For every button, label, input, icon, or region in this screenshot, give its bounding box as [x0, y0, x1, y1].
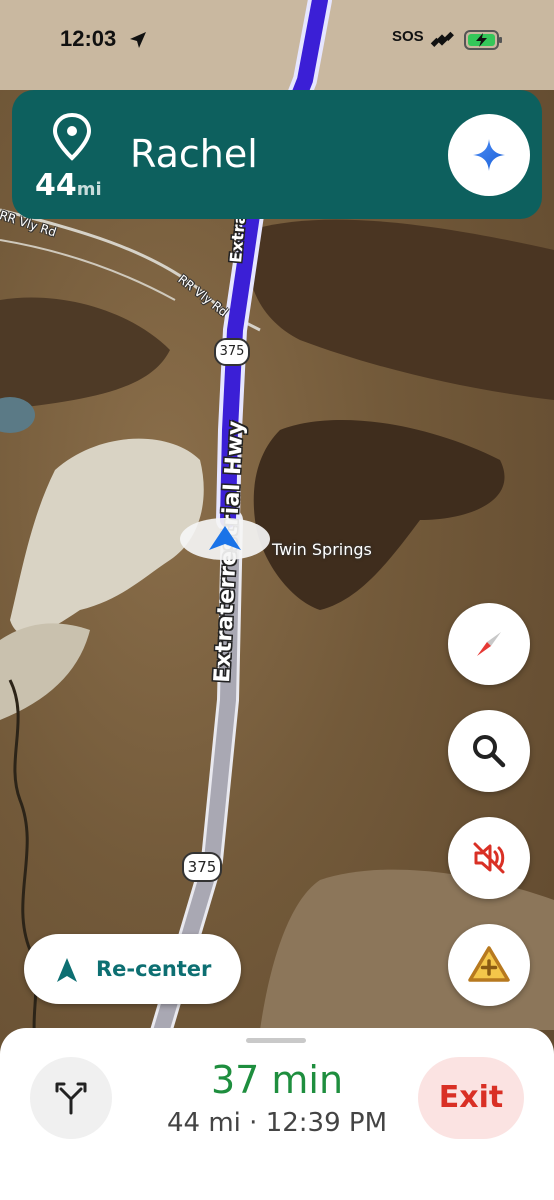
current-location-puck — [180, 518, 270, 560]
location-arrow-icon — [130, 32, 146, 48]
destination-pin-icon — [52, 112, 92, 161]
place-label: Twin Springs — [272, 540, 372, 559]
sos-indicator: SOS — [392, 28, 424, 45]
search-button[interactable] — [448, 710, 530, 792]
navigation-arrow-icon — [57, 958, 77, 982]
highway-shield: 375 — [214, 338, 250, 366]
battery-charging-icon — [464, 30, 502, 50]
satellite-icon — [430, 31, 454, 47]
highway-shield: 375 — [182, 852, 222, 882]
mute-icon — [473, 842, 505, 874]
exit-navigation-button[interactable]: Exit — [418, 1057, 524, 1139]
gemini-button[interactable] — [448, 114, 530, 196]
recenter-button[interactable]: Re-center — [24, 934, 241, 1004]
status-bar: 12:03 SOS — [0, 0, 554, 80]
search-icon — [473, 735, 506, 768]
trip-summary-sheet[interactable]: 37 min 44 mi · 12:39 PM Exit — [0, 1028, 554, 1200]
report-hazard-icon — [468, 946, 510, 982]
distance-unit: mi — [76, 179, 102, 200]
mute-button[interactable] — [448, 817, 530, 899]
compass-icon — [477, 632, 501, 656]
distance-value: 44 — [35, 168, 77, 203]
navigation-banner[interactable]: 44mi Rachel — [12, 90, 542, 219]
compass-button[interactable] — [448, 603, 530, 685]
status-time: 12:03 — [60, 26, 117, 51]
navigation-arrow-icon — [209, 526, 241, 550]
gemini-sparkle-icon — [473, 139, 505, 171]
sheet-drag-handle[interactable] — [246, 1038, 306, 1043]
report-hazard-button[interactable] — [448, 924, 530, 1006]
recenter-label: Re-center — [96, 957, 212, 981]
distance-to-destination: 44mi — [35, 168, 102, 203]
destination-name: Rachel — [130, 132, 258, 176]
